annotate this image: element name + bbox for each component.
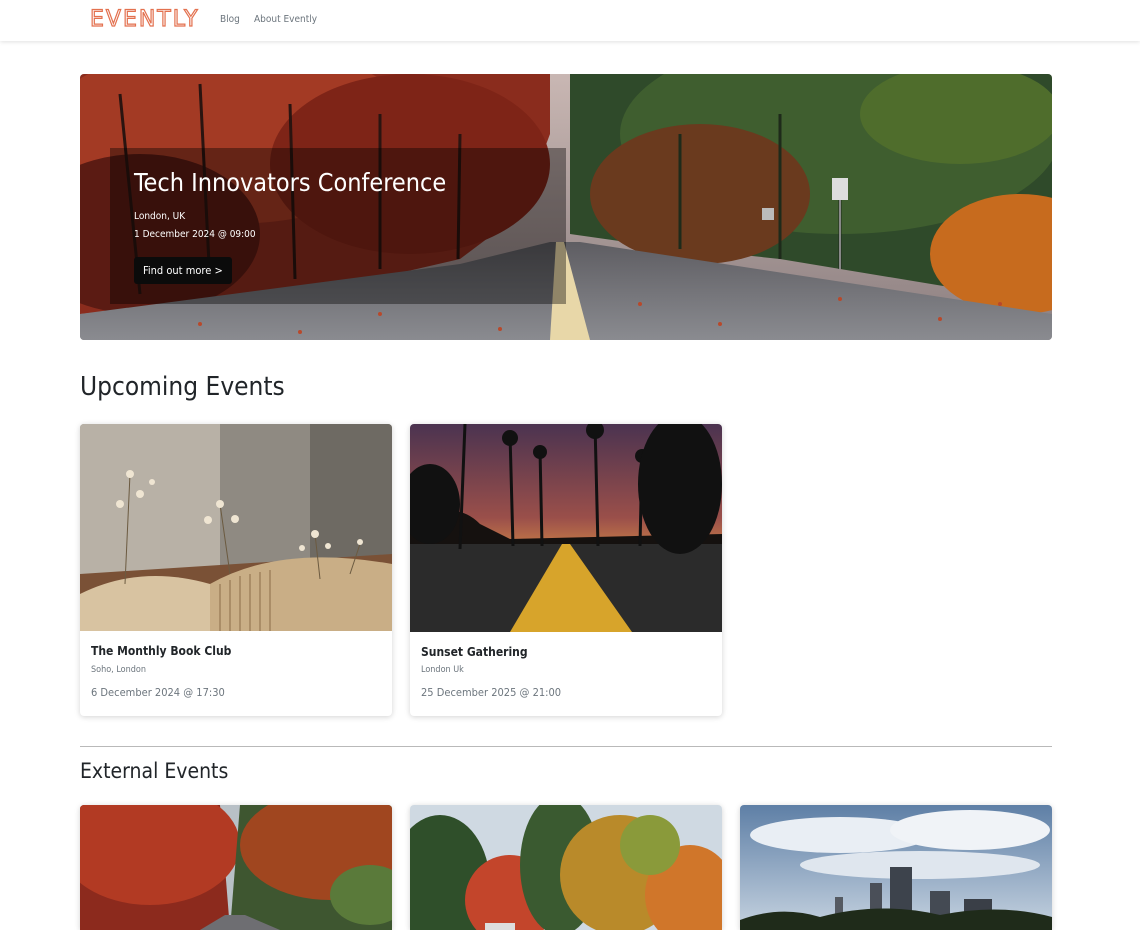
sunset-gathering-image — [410, 424, 722, 632]
external-event-image — [410, 805, 722, 930]
hero-location: London, UK — [134, 211, 186, 222]
external-event-card[interactable] — [410, 805, 722, 930]
event-location: London Uk — [421, 665, 464, 675]
hero-datetime: 1 December 2024 @ 09:00 — [134, 229, 256, 240]
hero-banner: Tech Innovators Conference London, UK 1 … — [80, 74, 1052, 340]
event-title: Sunset Gathering — [421, 645, 528, 659]
external-event-card[interactable] — [80, 805, 392, 930]
upcoming-events-heading: Upcoming Events — [80, 372, 285, 402]
event-datetime: 25 December 2025 @ 21:00 — [421, 686, 562, 699]
brand-logo[interactable]: EVENTLY — [89, 6, 200, 32]
navbar: EVENTLY Blog About Evently — [0, 0, 1140, 41]
external-event-image — [80, 805, 392, 930]
external-event-image — [740, 805, 1052, 930]
section-divider — [80, 746, 1052, 747]
event-card-sunset-gathering[interactable]: Sunset Gathering London Uk 25 December 2… — [410, 424, 722, 716]
external-event-card[interactable] — [740, 805, 1052, 930]
book-club-image — [80, 424, 392, 631]
event-location: Soho, London — [91, 665, 146, 675]
hero-title: Tech Innovators Conference — [134, 168, 447, 197]
external-events-heading: External Events — [80, 759, 229, 783]
nav-link-blog[interactable]: Blog — [220, 14, 240, 25]
event-card-book-club[interactable]: The Monthly Book Club Soho, London 6 Dec… — [80, 424, 392, 716]
event-datetime: 6 December 2024 @ 17:30 — [91, 686, 225, 699]
find-out-more-button[interactable]: Find out more > — [134, 257, 232, 284]
nav-link-about[interactable]: About Evently — [254, 14, 317, 25]
event-title: The Monthly Book Club — [91, 644, 232, 658]
